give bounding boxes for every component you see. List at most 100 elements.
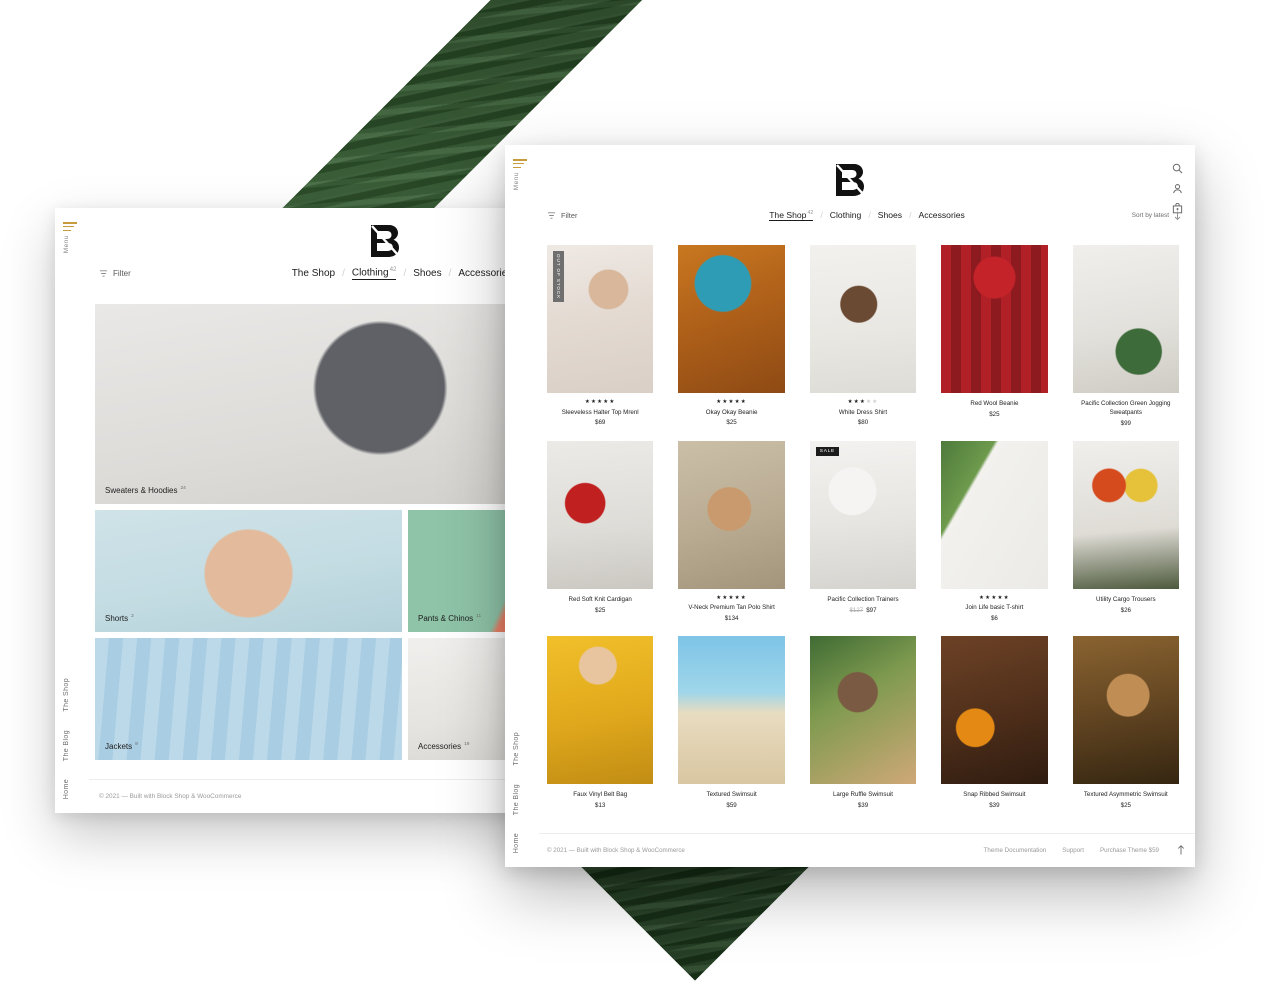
category-tile-jackets[interactable]: Jackets 9 [95,638,402,760]
product-image-woman-red-beanie-denim [941,245,1048,393]
product-meta: Red Wool Beanie $25 [941,393,1047,418]
product-thumbnail[interactable]: SALE [809,440,917,589]
product-name[interactable]: Okay Okay Beanie [678,409,784,418]
block-shop-logo[interactable] [369,224,401,258]
product-name[interactable]: Pacific Collection Trainers [810,596,916,605]
product-thumbnail[interactable] [1072,440,1179,589]
product-name[interactable]: Snap Ribbed Swimsuit [941,791,1047,800]
product-image-woman-red-cardigan [547,440,654,589]
nav-item-clothing[interactable]: Clothing42 [351,266,397,280]
nav-item-clothing[interactable]: Clothing [830,210,862,220]
footer-link-support[interactable]: Support [1062,847,1084,854]
product-thumbnail[interactable] [678,440,785,589]
product-name[interactable]: Pacific Collection Green Jogging Sweatpa… [1073,400,1179,418]
product-image-woman-beach-hat-swimsuit [678,636,785,785]
nav-item-the-shop[interactable]: The Shop42 [769,210,814,221]
product-rating: ★★★★★ [584,399,616,405]
category-tile-shorts[interactable]: Shorts 2 [95,510,402,632]
product-card[interactable]: ★★★★★ White Dress Shirt $80 [809,245,917,427]
product-thumbnail[interactable] [1072,636,1179,785]
footer-link-theme-documentation[interactable]: Theme Documentation [984,847,1047,854]
product-name[interactable]: Red Soft Knit Cardigan [547,596,653,605]
product-current-price: $26 [1120,606,1131,614]
product-thumbnail[interactable] [809,636,917,785]
product-name[interactable]: Textured Asymmetric Swimsuit [1073,791,1179,800]
product-thumbnail[interactable] [547,636,654,785]
product-price: $25 [547,607,653,614]
rail-link-the-shop[interactable]: The Shop [513,732,520,766]
product-card[interactable]: Large Ruffle Swimsuit $39 [809,636,917,810]
product-image-woman-palm-shade-swimsuit [809,636,917,785]
product-name[interactable]: Large Ruffle Swimsuit [810,791,916,800]
rail-link-home[interactable]: Home [63,779,70,799]
product-thumbnail[interactable] [941,440,1048,589]
search-icon[interactable] [1172,163,1183,174]
product-card[interactable]: Red Wool Beanie $25 [941,245,1048,427]
category-tile-label: Shorts 2 [105,614,134,623]
product-name[interactable]: Utility Cargo Trousers [1073,596,1179,605]
nav-item-shoes[interactable]: Shoes [878,210,902,220]
product-price: $134 [678,615,784,622]
product-card[interactable]: SALE Pacific Collection Trainers $127 $97 [809,440,917,622]
product-name[interactable]: White Dress Shirt [810,409,916,418]
product-meta: Snap Ribbed Swimsuit $39 [941,784,1047,809]
product-card[interactable]: Faux Vinyl Belt Bag $13 [547,636,654,809]
product-thumbnail[interactable] [809,245,917,393]
account-icon[interactable] [1172,183,1183,194]
sort-label: Sort by latest [1131,211,1169,219]
block-shop-logo[interactable] [834,163,866,197]
product-thumbnail[interactable]: OUT OF STOCK [547,245,654,393]
arrow-up-icon[interactable] [1177,844,1185,857]
product-card[interactable]: OUT OF STOCK ★★★★★ Sleeveless Halter Top M… [547,245,654,427]
rail-link-the-blog[interactable]: The Blog [513,784,520,815]
nav-item-accessories[interactable]: Accessories [918,210,964,220]
nav-item-shoes[interactable]: Shoes [413,268,441,279]
product-name[interactable]: Faux Vinyl Belt Bag [547,791,653,800]
rail-link-the-blog[interactable]: The Blog [63,730,70,761]
product-thumbnail[interactable] [1072,245,1179,393]
product-card[interactable]: ★★★★★ Join Life basic T-shirt $6 [941,440,1048,622]
product-meta: Utility Cargo Trousers $26 [1073,589,1179,614]
product-current-price: $39 [857,802,869,810]
nav-separator: / [403,267,407,279]
rail-link-the-shop[interactable]: The Shop [63,678,70,712]
back-filter-button[interactable]: Filter [99,269,131,278]
product-card[interactable]: ★★★★★ Okay Okay Beanie $25 [678,245,785,427]
product-thumbnail[interactable] [678,245,785,393]
product-rating: ★★★★★ [716,399,747,405]
product-card[interactable]: ★★★★★ V-Neck Premium Tan Polo Shirt $134 [678,440,785,622]
product-price: $69 [547,419,653,426]
product-thumbnail[interactable] [941,636,1048,785]
product-card[interactable]: Textured Asymmetric Swimsuit $25 [1072,636,1179,809]
sort-dropdown[interactable]: Sort by latest [1132,211,1181,220]
arrow-down-icon [1174,211,1181,220]
product-thumbnail[interactable] [678,636,785,785]
nav-item-the-shop[interactable]: The Shop [292,268,335,279]
footer-link-purchase-theme-59[interactable]: Purchase Theme $59 [1100,847,1159,854]
product-old-price: $127 [849,606,864,614]
product-name[interactable]: Red Wool Beanie [941,400,1047,409]
product-price: $13 [547,802,653,809]
product-image-two-women-camo-trousers [1072,440,1179,589]
product-name[interactable]: V-Neck Premium Tan Polo Shirt [678,604,784,613]
product-current-price: $97 [866,606,877,614]
product-card[interactable]: Snap Ribbed Swimsuit $39 [941,636,1048,809]
product-thumbnail[interactable] [941,245,1048,393]
product-card[interactable]: Pacific Collection Green Jogging Sweatpa… [1072,245,1179,427]
product-meta: Red Soft Knit Cardigan $25 [547,589,653,614]
product-card[interactable]: Textured Swimsuit $59 [678,636,785,809]
rail-link-home[interactable]: Home [513,833,520,853]
nav-separator: / [448,267,452,279]
category-image-arm-smartwatch-blue [95,510,402,632]
product-meta: ★★★★★ Join Life basic T-shirt $6 [941,589,1047,622]
product-name[interactable]: Sleeveless Halter Top Mrenl [547,409,653,418]
product-card[interactable]: Utility Cargo Trousers $26 [1072,440,1179,622]
product-name[interactable]: Join Life basic T-shirt [941,604,1047,613]
product-thumbnail[interactable] [547,440,654,589]
browser-window-shop-listing[interactable]: Menu Home The Blog The Shop Filter The S… [505,145,1195,867]
product-name[interactable]: Textured Swimsuit [678,791,784,800]
product-card[interactable]: Red Soft Knit Cardigan $25 [547,440,654,622]
product-price: $25 [678,419,784,426]
category-tile-label: Sweaters & Hoodies 24 [105,486,186,495]
front-filter-button[interactable]: Filter [547,211,577,220]
